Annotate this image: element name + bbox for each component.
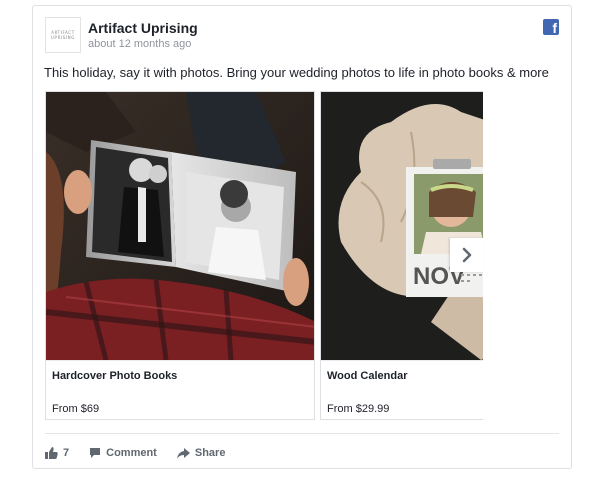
like-button[interactable]: 7 — [45, 447, 69, 459]
carousel-card-title[interactable]: Wood Calendar — [327, 370, 407, 382]
share-arrow-icon — [176, 447, 190, 459]
avatar-logo-text: ARTIFACT UPRISING — [51, 30, 75, 40]
card-divider — [46, 360, 314, 361]
share-button[interactable]: Share — [176, 447, 226, 459]
carousel-card-photo-books[interactable]: Hardcover Photo Books From $69 — [45, 91, 315, 420]
post-actions-bar: 7 Comment Share — [45, 443, 245, 463]
comment-label: Comment — [106, 447, 157, 459]
page-avatar[interactable]: ARTIFACT UPRISING — [45, 17, 81, 53]
post-timestamp[interactable]: about 12 months ago — [88, 38, 191, 50]
comment-icon — [90, 448, 101, 458]
carousel-next-button[interactable] — [450, 238, 484, 272]
share-label: Share — [194, 447, 226, 459]
actions-divider — [45, 433, 559, 434]
carousel-card-price: From $29.99 — [327, 403, 390, 415]
like-count: 7 — [63, 447, 70, 459]
post-header: ARTIFACT UPRISING Artifact Uprising abou… — [45, 17, 559, 55]
comment-button[interactable]: Comment — [89, 447, 157, 459]
post-message: This holiday, say it with photos. Bring … — [44, 65, 549, 80]
carousel-card-price: From $69 — [52, 403, 100, 415]
thumbs-up-icon — [45, 447, 58, 459]
page-name-link[interactable]: Artifact Uprising — [88, 20, 198, 36]
facebook-icon[interactable]: f — [543, 19, 559, 35]
card-divider — [321, 360, 483, 361]
carousel-card-title[interactable]: Hardcover Photo Books — [52, 370, 177, 382]
chevron-right-icon — [462, 247, 472, 263]
wood-calendar-image[interactable]: NOV — [321, 92, 483, 360]
facebook-post-card: ARTIFACT UPRISING Artifact Uprising abou… — [32, 5, 572, 469]
photo-book-image[interactable] — [46, 92, 314, 360]
product-carousel: Hardcover Photo Books From $69 NOV Wood … — [45, 91, 483, 420]
